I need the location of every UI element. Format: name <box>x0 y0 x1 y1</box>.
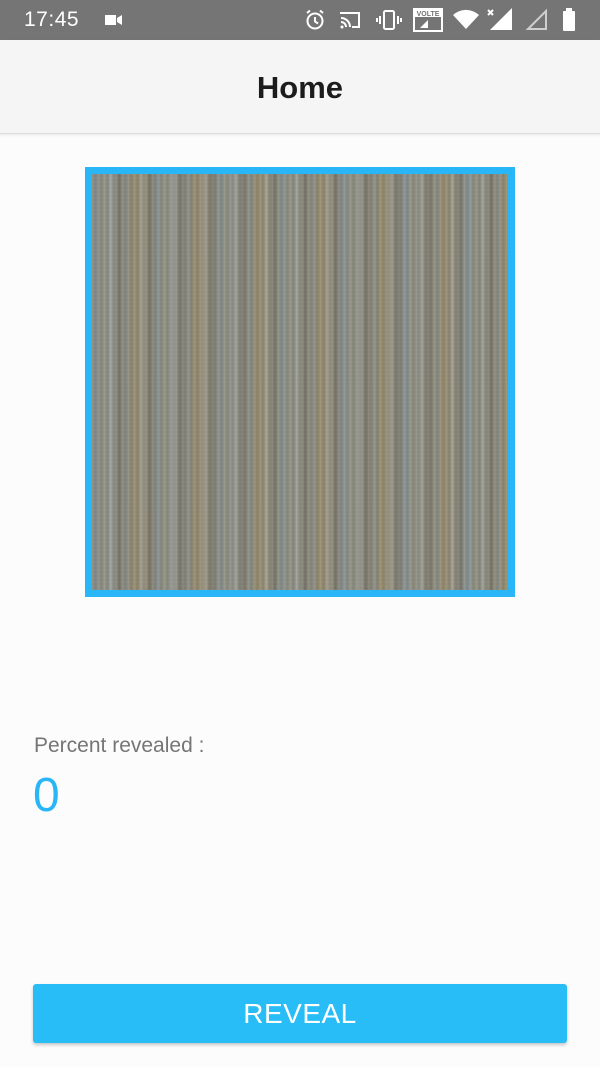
page-title: Home <box>256 70 344 105</box>
screen: 17:45 VOLTE Home Percent revealed: 0 RE… <box>0 0 600 1067</box>
vibrate-icon <box>376 8 402 32</box>
signal-empty-icon <box>525 8 549 32</box>
alarm-icon <box>303 8 327 32</box>
app-bar: Home <box>0 40 600 134</box>
status-bar: 17:45 VOLTE <box>0 0 600 40</box>
video-camera-icon <box>102 8 126 32</box>
scratch-card-frame <box>85 167 515 597</box>
percent-revealed-value: 0 <box>33 769 60 822</box>
signal-icon <box>486 8 514 32</box>
status-time: 17:45 <box>24 8 80 31</box>
volte-icon: VOLTE <box>413 8 443 32</box>
wifi-icon <box>452 8 480 32</box>
volte-text: VOLTE <box>417 11 440 18</box>
scratch-card-surface[interactable] <box>92 174 508 590</box>
cast-icon <box>338 8 362 32</box>
reveal-button[interactable]: REVEAL <box>33 984 567 1043</box>
battery-icon <box>560 8 578 32</box>
percent-revealed-label: Percent revealed : <box>34 734 205 757</box>
